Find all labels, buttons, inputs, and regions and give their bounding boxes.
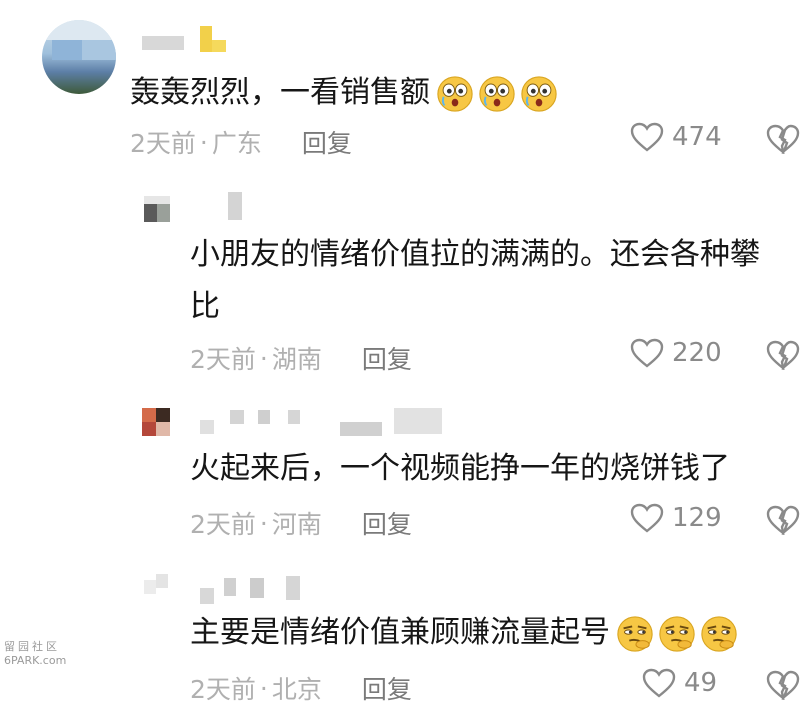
broken-heart-icon bbox=[766, 670, 800, 701]
comment-meta: 2天前 · 北京 回复 bbox=[190, 670, 412, 706]
avatar[interactable] bbox=[142, 408, 170, 436]
like-count: 49 bbox=[684, 668, 718, 698]
watermark-line-1: 留园社区 bbox=[4, 640, 60, 653]
broken-heart-icon bbox=[766, 505, 800, 536]
comment-location: 广东 bbox=[211, 129, 262, 158]
dislike-button[interactable] bbox=[766, 505, 800, 539]
heart-icon bbox=[630, 122, 664, 152]
username-blurred-badge bbox=[200, 26, 226, 52]
meta-separator: · bbox=[259, 673, 268, 703]
dislike-button[interactable] bbox=[766, 340, 800, 374]
username-blurred[interactable] bbox=[228, 192, 242, 220]
comment-time: 2天前 bbox=[190, 510, 256, 539]
like-button[interactable]: 220 bbox=[630, 338, 722, 368]
meta-separator: · bbox=[259, 508, 268, 538]
username-blurred[interactable] bbox=[142, 36, 184, 50]
watermark: 留园社区 6PARK.com bbox=[4, 640, 66, 668]
like-button[interactable]: 474 bbox=[630, 122, 722, 152]
avatar[interactable] bbox=[42, 20, 116, 94]
surprised-emoji-icon bbox=[520, 75, 558, 113]
comment-location: 河南 bbox=[271, 510, 322, 539]
comment-meta: 2天前 · 河南 回复 bbox=[190, 505, 412, 541]
like-count: 129 bbox=[672, 503, 722, 533]
broken-heart-icon bbox=[766, 124, 800, 155]
heart-icon bbox=[630, 503, 664, 533]
avatar[interactable] bbox=[144, 196, 170, 222]
reply-button[interactable]: 回复 bbox=[302, 124, 352, 160]
username-blurred[interactable] bbox=[200, 572, 300, 606]
smirk-emoji-icon bbox=[616, 615, 654, 653]
like-count: 474 bbox=[672, 122, 722, 152]
comment-time: 2天前 bbox=[190, 675, 256, 704]
avatar[interactable] bbox=[144, 574, 168, 600]
reply-button[interactable]: 回复 bbox=[362, 340, 412, 376]
comment-text: 火起来后，一个视频能挣一年的烧饼钱了 bbox=[190, 451, 730, 486]
comment-text-line-1: 小朋友的情绪价值拉的满满的。还会各种攀 bbox=[190, 237, 760, 272]
like-button[interactable]: 49 bbox=[642, 668, 717, 698]
broken-heart-icon bbox=[766, 340, 800, 371]
comment-meta: 2天前 · 湖南 回复 bbox=[190, 340, 412, 376]
surprised-emoji-icon bbox=[478, 75, 516, 113]
meta-separator: · bbox=[259, 343, 268, 373]
comment-text-line-2: 比 bbox=[190, 289, 220, 324]
smirk-emoji-icon bbox=[700, 615, 738, 653]
heart-icon bbox=[642, 668, 676, 698]
like-count: 220 bbox=[672, 338, 722, 368]
watermark-line-2: 6PARK.com bbox=[4, 654, 67, 667]
comment-location: 北京 bbox=[271, 675, 322, 704]
comment-location: 湖南 bbox=[271, 345, 322, 374]
comment-time: 2天前 bbox=[130, 129, 196, 158]
comment-text: 主要是情绪价值兼顾赚流量起号 bbox=[190, 606, 738, 660]
dislike-button[interactable] bbox=[766, 670, 800, 704]
like-button[interactable]: 129 bbox=[630, 503, 722, 533]
smirk-emoji-icon bbox=[658, 615, 696, 653]
reply-button[interactable]: 回复 bbox=[362, 670, 412, 706]
comment-meta: 2天前 · 广东 回复 bbox=[130, 124, 352, 160]
comment-time: 2天前 bbox=[190, 345, 256, 374]
surprised-emoji-icon bbox=[436, 75, 474, 113]
dislike-button[interactable] bbox=[766, 124, 800, 158]
username-blurred[interactable] bbox=[200, 404, 462, 438]
heart-icon bbox=[630, 338, 664, 368]
meta-separator: · bbox=[199, 127, 208, 157]
comment-text: 轰轰烈烈，一看销售额 bbox=[130, 66, 558, 120]
reply-button[interactable]: 回复 bbox=[362, 505, 412, 541]
